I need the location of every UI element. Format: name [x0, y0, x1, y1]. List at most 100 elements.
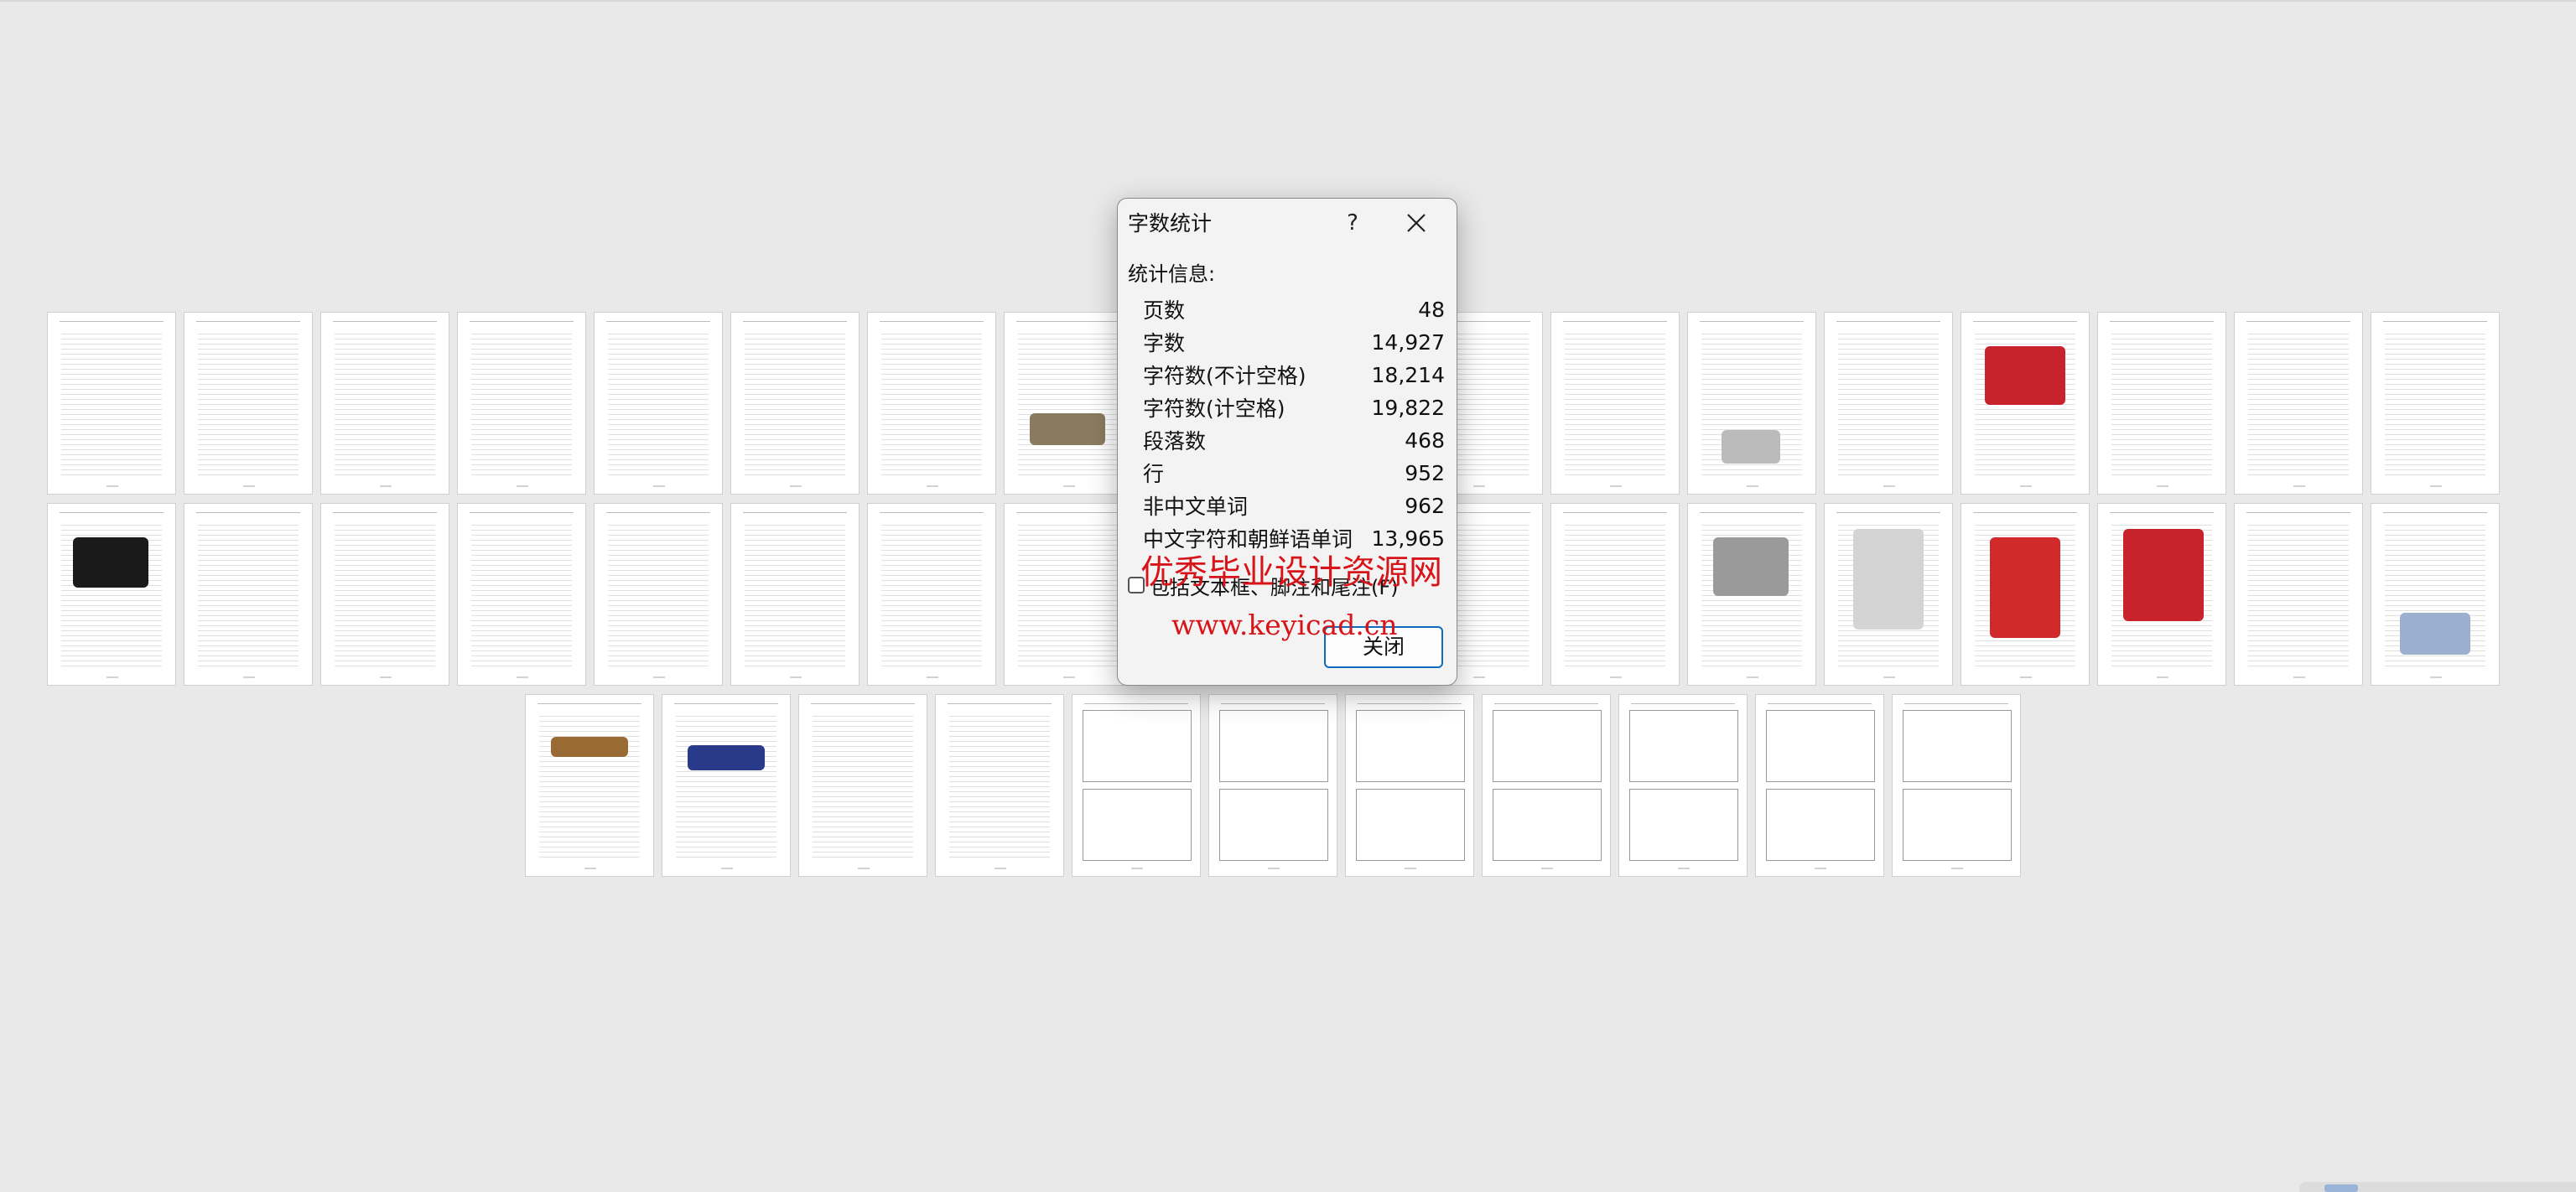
page-text-block: [539, 713, 640, 859]
page-thumbnail[interactable]: [2234, 312, 2363, 495]
page-thumbnail[interactable]: [1550, 312, 1680, 495]
page-footer: [790, 676, 802, 678]
page-thumbnail[interactable]: [47, 503, 176, 686]
page-thumbnail[interactable]: [2097, 503, 2226, 686]
page-footer: [517, 485, 528, 487]
stat-label: 行: [1143, 462, 1165, 486]
page-thumbnail[interactable]: [1824, 312, 1953, 495]
page-text-block: [2248, 522, 2349, 668]
page-header-rule: [1016, 321, 1120, 322]
page-text-block: [745, 522, 845, 668]
page-header-rule: [2383, 512, 2487, 513]
stat-label: 段落数: [1143, 429, 1207, 453]
page-header-rule: [1768, 703, 1872, 704]
page-thumbnail[interactable]: [525, 694, 654, 877]
page-thumbnail[interactable]: [1892, 694, 2021, 877]
page-thumbnail[interactable]: [594, 312, 723, 495]
page-footer: [1747, 676, 1758, 678]
page-thumbnail[interactable]: [1687, 503, 1816, 686]
page-thumbnail[interactable]: [1004, 312, 1133, 495]
page-thumbnail[interactable]: [184, 503, 313, 686]
page-thumbnail[interactable]: [1618, 694, 1748, 877]
page-thumbnail[interactable]: [1824, 503, 1953, 686]
page-text-block: [949, 713, 1050, 859]
page-thumbnail[interactable]: [730, 312, 860, 495]
stat-row-pages: 页数 48: [1143, 294, 1445, 324]
page-footer: [721, 868, 733, 869]
page-figure: [2123, 529, 2204, 621]
page-thumbnail[interactable]: [1004, 503, 1133, 686]
page-thumbnail[interactable]: [1550, 503, 1680, 686]
page-footer: [2293, 485, 2305, 487]
page-header-rule: [2383, 321, 2487, 322]
page-thumbnail[interactable]: [1208, 694, 1337, 877]
page-thumbnail[interactable]: [867, 312, 996, 495]
page-thumbnail[interactable]: [2371, 312, 2500, 495]
drawing-frame: [1356, 789, 1465, 861]
page-footer: [517, 676, 528, 678]
page-footer: [1951, 868, 1963, 869]
page-thumbnail[interactable]: [320, 312, 449, 495]
page-header-rule: [333, 512, 437, 513]
page-footer: [1473, 485, 1485, 487]
page-thumbnail[interactable]: [1961, 312, 2090, 495]
drawing-frame: [1356, 710, 1465, 782]
page-header-rule: [333, 321, 437, 322]
page-footer: [927, 485, 938, 487]
page-text-block: [881, 522, 982, 668]
drawing-frame: [1766, 789, 1875, 861]
page-header-rule: [948, 703, 1052, 704]
page-footer: [2157, 676, 2168, 678]
page-footer: [1883, 676, 1895, 678]
page-footer: [243, 485, 255, 487]
page-footer: [1883, 485, 1895, 487]
page-header-rule: [606, 321, 710, 322]
page-footer: [1405, 868, 1416, 869]
page-thumbnail[interactable]: [1345, 694, 1474, 877]
page-thumbnail[interactable]: [1072, 694, 1201, 877]
page-thumbnail[interactable]: [457, 312, 586, 495]
page-header-rule: [1700, 321, 1804, 322]
page-text-block: [745, 331, 845, 477]
page-thumbnail[interactable]: [935, 694, 1064, 877]
page-footer: [1541, 868, 1553, 869]
page-thumbnail[interactable]: [594, 503, 723, 686]
page-thumbnail[interactable]: [1687, 312, 1816, 495]
page-thumbnail[interactable]: [320, 503, 449, 686]
dialog-close-x-button[interactable]: [1389, 202, 1443, 244]
page-header-rule: [1563, 512, 1667, 513]
page-text-block: [676, 713, 776, 859]
page-footer: [1747, 485, 1758, 487]
page-thumbnail[interactable]: [798, 694, 927, 877]
watermark-url: www.keyicad.cn: [1171, 609, 1398, 641]
page-thumbnail[interactable]: [730, 503, 860, 686]
page-header-rule: [2110, 321, 2214, 322]
page-header-rule: [1836, 512, 1940, 513]
stat-value: 19,822: [1371, 395, 1445, 420]
page-thumbnail[interactable]: [47, 312, 176, 495]
page-thumbnail[interactable]: [457, 503, 586, 686]
page-thumbnail[interactable]: [1961, 503, 2090, 686]
page-thumbnail[interactable]: [2097, 312, 2226, 495]
page-figure: [2400, 613, 2470, 655]
close-icon: [1407, 214, 1426, 232]
page-thumbnail[interactable]: [184, 312, 313, 495]
page-header-rule: [606, 512, 710, 513]
page-thumbnail[interactable]: [662, 694, 791, 877]
page-footer: [2430, 485, 2442, 487]
stat-value: 18,214: [1371, 362, 1445, 387]
page-thumbnail[interactable]: [1755, 694, 1884, 877]
page-footer: [2430, 676, 2442, 678]
page-thumbnail[interactable]: [867, 503, 996, 686]
help-button[interactable]: ?: [1329, 202, 1376, 244]
horizontal-scrollbar[interactable]: [2299, 1182, 2576, 1192]
page-thumbnail[interactable]: [1482, 694, 1611, 877]
page-figure: [1030, 413, 1105, 445]
page-thumbnail[interactable]: [2234, 503, 2363, 686]
page-footer: [106, 676, 118, 678]
page-footer: [380, 676, 392, 678]
drawing-frame: [1219, 710, 1328, 782]
page-text-block: [813, 713, 913, 859]
drawing-frame: [1629, 710, 1738, 782]
page-thumbnail[interactable]: [2371, 503, 2500, 686]
